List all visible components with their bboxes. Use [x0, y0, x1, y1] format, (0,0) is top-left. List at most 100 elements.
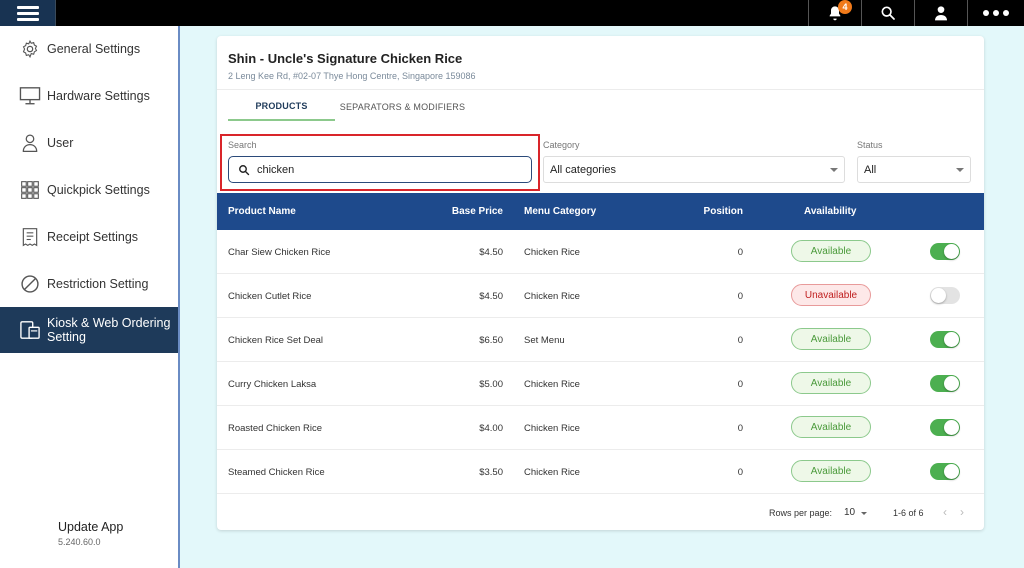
status-badge: Unavailable: [791, 284, 871, 306]
product-name: Char Siew Chicken Rice: [228, 247, 331, 258]
status-badge: Available: [791, 460, 871, 482]
chevron-right-icon[interactable]: ›: [960, 505, 964, 519]
column-menu-category[interactable]: Menu Category: [524, 206, 596, 217]
more-button[interactable]: [967, 0, 1024, 26]
availability-toggle[interactable]: [930, 419, 960, 436]
product-name: Curry Chicken Laksa: [228, 379, 317, 390]
sidebar-item-label: Receipt Settings: [47, 230, 139, 244]
table-row: Char Siew Chicken Rice $4.50 Chicken Ric…: [217, 230, 984, 274]
gear-icon: [19, 38, 41, 60]
sidebar-item-label: User: [47, 136, 74, 150]
search-highlight-box: [220, 134, 540, 191]
sidebar: General Settings Hardware Settings User …: [0, 26, 180, 568]
column-base-price[interactable]: Base Price: [443, 206, 503, 217]
column-product-name[interactable]: Product Name: [228, 206, 296, 217]
products-card: Shin - Uncle's Signature Chicken Rice 2 …: [217, 36, 984, 530]
rows-per-page-label: Rows per page:: [769, 508, 833, 518]
table-row: Chicken Rice Set Deal $6.50 Set Menu 0 A…: [217, 318, 984, 362]
menu-category: Chicken Rice: [524, 423, 580, 434]
product-name: Roasted Chicken Rice: [228, 423, 322, 434]
sidebar-item-quickpick-settings[interactable]: Quickpick Settings: [0, 167, 178, 213]
category-label: Category: [543, 140, 580, 150]
product-name: Steamed Chicken Rice: [228, 467, 325, 478]
column-availability[interactable]: Availability: [804, 206, 856, 217]
table-header: Product Name Base Price Menu Category Po…: [217, 193, 984, 230]
sidebar-item-receipt-settings[interactable]: Receipt Settings: [0, 214, 178, 260]
status-select[interactable]: All: [857, 156, 971, 183]
sidebar-item-user[interactable]: User: [0, 120, 178, 166]
base-price: $4.00: [479, 423, 503, 434]
rows-per-page-select[interactable]: 10: [844, 507, 855, 518]
availability-toggle[interactable]: [930, 243, 960, 260]
product-name: Chicken Cutlet Rice: [228, 291, 312, 302]
base-price: $3.50: [479, 467, 503, 478]
chevron-down-icon: [956, 168, 964, 172]
product-name: Chicken Rice Set Deal: [228, 335, 324, 346]
tab-separators-modifiers[interactable]: SEPARATORS & MODIFIERS: [335, 92, 470, 121]
position: 0: [737, 467, 743, 478]
sidebar-item-general-settings[interactable]: General Settings: [0, 26, 178, 72]
top-bar: 4: [0, 0, 1024, 26]
grid-icon: [19, 179, 41, 201]
menu-category: Chicken Rice: [524, 379, 580, 390]
column-position[interactable]: Position: [677, 206, 743, 217]
position: 0: [737, 379, 743, 390]
base-price: $5.00: [479, 379, 503, 390]
sidebar-item-label: Quickpick Settings: [47, 183, 150, 197]
availability-toggle[interactable]: [930, 375, 960, 392]
update-app[interactable]: Update App 5.240.60.0: [58, 520, 123, 547]
menu-category: Chicken Rice: [524, 467, 580, 478]
monitor-icon: [19, 85, 41, 107]
kiosk-icon: [19, 319, 41, 341]
status-badge: Available: [791, 328, 871, 350]
store-name: Shin - Uncle's Signature Chicken Rice: [228, 51, 463, 66]
menu-category: Chicken Rice: [524, 247, 580, 258]
chevron-down-icon[interactable]: [861, 512, 867, 515]
menu-category: Set Menu: [524, 335, 565, 346]
status-label: Status: [857, 140, 883, 150]
table-row: Steamed Chicken Rice $3.50 Chicken Rice …: [217, 450, 984, 494]
table-row: Curry Chicken Laksa $5.00 Chicken Rice 0…: [217, 362, 984, 406]
tab-products[interactable]: PRODUCTS: [228, 92, 335, 121]
user-icon: [934, 6, 947, 21]
chevron-down-icon: [830, 168, 838, 172]
position: 0: [737, 291, 743, 302]
search-icon: [881, 6, 895, 20]
sidebar-item-label: General Settings: [47, 42, 141, 56]
position: 0: [737, 423, 743, 434]
status-badge: Available: [791, 372, 871, 394]
sidebar-item-label: Hardware Settings: [47, 89, 150, 103]
sidebar-item-restriction-setting[interactable]: Restriction Setting: [0, 261, 178, 307]
block-icon: [19, 273, 41, 295]
update-app-title: Update App: [58, 520, 124, 534]
search-button[interactable]: [861, 0, 913, 26]
status-value: All: [864, 163, 877, 176]
chevron-left-icon[interactable]: ‹: [943, 505, 947, 519]
sidebar-item-label: Kiosk & Web Ordering Setting: [47, 316, 171, 344]
notification-badge: 4: [838, 0, 852, 14]
availability-toggle[interactable]: [930, 287, 960, 304]
page-range: 1-6 of 6: [893, 508, 924, 518]
position: 0: [737, 335, 743, 346]
menu-icon[interactable]: [0, 0, 56, 26]
status-badge: Available: [791, 416, 871, 438]
base-price: $4.50: [479, 247, 503, 258]
user-icon: [19, 132, 41, 154]
pagination: Rows per page: 10 1-6 of 6 ‹ ›: [217, 498, 984, 528]
status-badge: Available: [791, 240, 871, 262]
app-version: 5.240.60.0: [58, 537, 101, 547]
sidebar-item-hardware-settings[interactable]: Hardware Settings: [0, 73, 178, 119]
menu-category: Chicken Rice: [524, 291, 580, 302]
table-row: Chicken Cutlet Rice $4.50 Chicken Rice 0…: [217, 274, 984, 318]
receipt-icon: [19, 226, 41, 248]
base-price: $4.50: [479, 291, 503, 302]
sidebar-item-kiosk-web-ordering[interactable]: Kiosk & Web Ordering Setting: [0, 307, 178, 353]
more-icon: [983, 10, 1009, 16]
availability-toggle[interactable]: [930, 331, 960, 348]
base-price: $6.50: [479, 335, 503, 346]
category-select[interactable]: All categories: [543, 156, 845, 183]
position: 0: [737, 247, 743, 258]
notifications-button[interactable]: 4: [808, 0, 860, 26]
account-button[interactable]: [914, 0, 966, 26]
availability-toggle[interactable]: [930, 463, 960, 480]
